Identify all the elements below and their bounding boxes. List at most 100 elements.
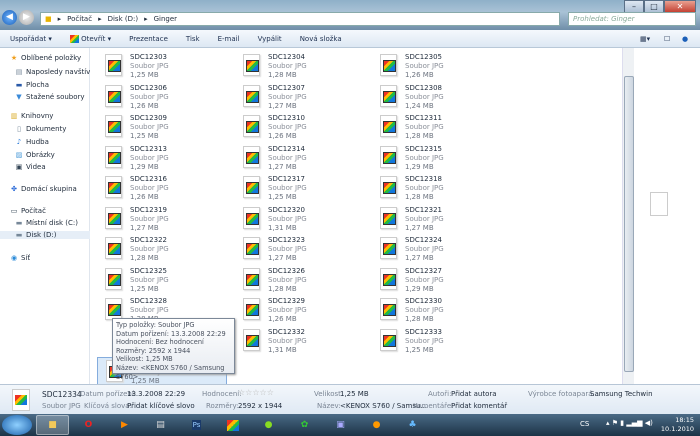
sidebar-item-label: Hudba bbox=[26, 138, 49, 146]
scrollbar-thumb[interactable] bbox=[624, 76, 634, 372]
floppy-icon: ▤ bbox=[156, 420, 165, 430]
sidebar-item[interactable]: ◉ Síť bbox=[0, 254, 30, 262]
tray-icons[interactable]: ▴ ⚑ ▮ ▂▄▆ ◀) bbox=[606, 419, 653, 427]
taskbar-explorer[interactable]: ■ bbox=[36, 415, 69, 435]
comments-field[interactable]: Přidat komentář bbox=[451, 402, 507, 410]
new-folder-button[interactable]: Nová složka bbox=[300, 35, 342, 43]
file-item[interactable]: SDC12308 Soubor JPG 1,24 MB bbox=[365, 83, 495, 111]
help-icon[interactable]: ● bbox=[682, 35, 688, 43]
rating-stars[interactable]: ☆☆☆☆☆ bbox=[238, 388, 274, 397]
language-indicator[interactable]: CS bbox=[580, 420, 589, 428]
taskbar-player[interactable]: ● bbox=[252, 415, 285, 435]
file-item[interactable]: SDC12303 Soubor JPG 1,25 MB bbox=[90, 52, 220, 80]
slideshow-button[interactable]: Prezentace bbox=[129, 35, 168, 43]
file-item[interactable]: SDC12322 Soubor JPG 1,28 MB bbox=[90, 235, 220, 263]
file-item[interactable]: SDC12313 Soubor JPG 1,29 MB bbox=[90, 144, 220, 172]
file-item[interactable]: SDC12330 Soubor JPG 1,28 MB bbox=[365, 296, 495, 324]
taskbar-avast[interactable]: ● bbox=[360, 415, 393, 435]
taskbar-photo-viewer[interactable] bbox=[216, 415, 249, 435]
clock[interactable]: 18:15 10.1.2010 bbox=[661, 416, 694, 434]
app-icon: ▣ bbox=[336, 420, 345, 430]
file-item[interactable]: SDC12317 Soubor JPG 1,25 MB bbox=[228, 174, 358, 202]
sidebar-item[interactable]: ▤ Naposledy navštívené bbox=[0, 68, 104, 76]
keywords-field[interactable]: Přidat klíčové slovo bbox=[127, 402, 195, 410]
sidebar-item[interactable]: ▭ Počítač bbox=[0, 207, 46, 215]
preview-pane-icon[interactable]: ☐ bbox=[664, 35, 670, 43]
taskbar: ■ O ▶ ▤ Ps ● ✿ ▣ ● ♣ CS ▴ ⚑ ▮ ▂▄▆ ◀) 18:… bbox=[0, 414, 700, 436]
open-button[interactable]: Otevřít ▾ bbox=[69, 34, 111, 43]
taskbar-icq[interactable]: ✿ bbox=[288, 415, 321, 435]
file-size: 1,28 MB bbox=[268, 71, 297, 79]
file-item[interactable]: SDC12319 Soubor JPG 1,27 MB bbox=[90, 205, 220, 233]
address-bar[interactable]: ■ ▸ Počítač ▸ Disk (D:) ▸ Ginger bbox=[40, 12, 560, 26]
file-item[interactable]: SDC12311 Soubor JPG 1,28 MB bbox=[365, 113, 495, 141]
file-size: 1,25 MB bbox=[268, 193, 297, 201]
file-name: SDC12332 bbox=[268, 327, 305, 336]
file-type: Soubor JPG bbox=[405, 123, 444, 131]
jpg-file-icon bbox=[380, 54, 397, 76]
photo-icon bbox=[226, 419, 239, 431]
breadcrumb-computer[interactable]: Počítač bbox=[67, 15, 92, 23]
burn-button[interactable]: Vypálit bbox=[258, 35, 282, 43]
jpg-file-icon bbox=[105, 298, 122, 320]
drive-icon: ▬ bbox=[15, 219, 23, 227]
taskbar-app[interactable]: ▣ bbox=[324, 415, 357, 435]
file-item[interactable]: SDC12306 Soubor JPG 1,26 MB bbox=[90, 83, 220, 111]
print-button[interactable]: Tisk bbox=[186, 35, 200, 43]
file-item[interactable]: SDC12327 Soubor JPG 1,29 MB bbox=[365, 266, 495, 294]
file-item[interactable]: SDC12314 Soubor JPG 1,27 MB bbox=[228, 144, 358, 172]
file-name: SDC12317 bbox=[268, 175, 305, 183]
file-item[interactable]: SDC12304 Soubor JPG 1,28 MB bbox=[228, 52, 358, 80]
organize-button[interactable]: Uspořádat ▾ bbox=[10, 35, 52, 43]
file-type: Soubor JPG bbox=[405, 62, 444, 70]
sidebar-item[interactable]: ▨ Obrázky bbox=[0, 151, 55, 159]
sidebar-item[interactable]: ▥ Knihovny bbox=[0, 112, 54, 120]
file-name: SDC12303 bbox=[130, 53, 167, 61]
sidebar-item[interactable]: ♪ Hudba bbox=[0, 138, 49, 146]
taskbar-network-app[interactable]: ♣ bbox=[396, 415, 429, 435]
file-item[interactable]: SDC12329 Soubor JPG 1,26 MB bbox=[228, 296, 358, 324]
vertical-scrollbar[interactable] bbox=[622, 48, 634, 384]
sidebar-item[interactable]: ▼ Stažené soubory bbox=[0, 93, 84, 101]
jpg-file-icon bbox=[243, 84, 260, 107]
sidebar-item[interactable]: ★ Oblíbené položky bbox=[0, 54, 81, 62]
sidebar-item[interactable]: ✤ Domácí skupina bbox=[0, 185, 77, 193]
file-item[interactable]: SDC12309 Soubor JPG 1,25 MB bbox=[90, 113, 220, 141]
file-size: 1,28 MB bbox=[268, 284, 297, 293]
file-item[interactable]: SDC12323 Soubor JPG 1,27 MB bbox=[228, 235, 358, 263]
file-item[interactable]: SDC12324 Soubor JPG 1,27 MB bbox=[365, 235, 495, 263]
file-item[interactable]: SDC12316 Soubor JPG 1,26 MB bbox=[90, 174, 220, 202]
taskbar-photoshop[interactable]: Ps bbox=[180, 415, 213, 435]
file-item[interactable]: SDC12326 Soubor JPG 1,28 MB bbox=[228, 266, 358, 294]
file-item[interactable]: SDC12307 Soubor JPG 1,27 MB bbox=[228, 83, 358, 111]
file-item[interactable]: SDC12305 Soubor JPG 1,26 MB bbox=[365, 52, 495, 80]
file-item[interactable]: SDC12333 Soubor JPG 1,25 MB bbox=[365, 327, 495, 355]
sidebar-item[interactable]: ▬ Místní disk (C:) bbox=[0, 219, 78, 227]
search-input[interactable]: Prohledat: Ginger bbox=[568, 12, 696, 26]
sidebar-item[interactable]: ▣ Videa bbox=[0, 163, 46, 171]
taskbar-save-app[interactable]: ▤ bbox=[144, 415, 177, 435]
view-options-icon[interactable]: ▦▾ bbox=[640, 35, 650, 43]
taskbar-opera[interactable]: O bbox=[72, 415, 105, 435]
file-item[interactable]: SDC12332 Soubor JPG 1,31 MB bbox=[228, 327, 358, 355]
sidebar-item[interactable]: ▬ Plocha bbox=[0, 81, 49, 89]
breadcrumb-ginger[interactable]: Ginger bbox=[154, 15, 177, 23]
file-item[interactable]: SDC12310 Soubor JPG 1,26 MB bbox=[228, 113, 358, 141]
forward-button[interactable]: ▶ bbox=[19, 10, 34, 25]
file-item[interactable]: SDC12321 Soubor JPG 1,27 MB bbox=[365, 205, 495, 233]
sidebar-item[interactable]: ▬ Disk (D:) bbox=[0, 231, 90, 239]
file-item[interactable]: SDC12325 Soubor JPG 1,25 MB bbox=[90, 266, 220, 294]
file-item[interactable]: SDC12318 Soubor JPG 1,28 MB bbox=[365, 174, 495, 202]
authors-field[interactable]: Přidat autora bbox=[451, 390, 497, 398]
email-button[interactable]: E-mail bbox=[218, 35, 240, 43]
details-file-type: Soubor JPG bbox=[42, 402, 81, 410]
back-button[interactable]: ◀ bbox=[2, 10, 17, 25]
sidebar-item-label: Obrázky bbox=[26, 151, 55, 159]
file-item[interactable]: SDC12315 Soubor JPG 1,29 MB bbox=[365, 144, 495, 172]
sidebar-item[interactable]: ▯ Dokumenty bbox=[0, 125, 66, 133]
downloads-icon: ▼ bbox=[16, 93, 22, 101]
start-button[interactable] bbox=[2, 415, 32, 435]
taskbar-media-player[interactable]: ▶ bbox=[108, 415, 141, 435]
file-item[interactable]: SDC12320 Soubor JPG 1,31 MB bbox=[228, 205, 358, 233]
breadcrumb-disk-d[interactable]: Disk (D:) bbox=[108, 15, 138, 23]
